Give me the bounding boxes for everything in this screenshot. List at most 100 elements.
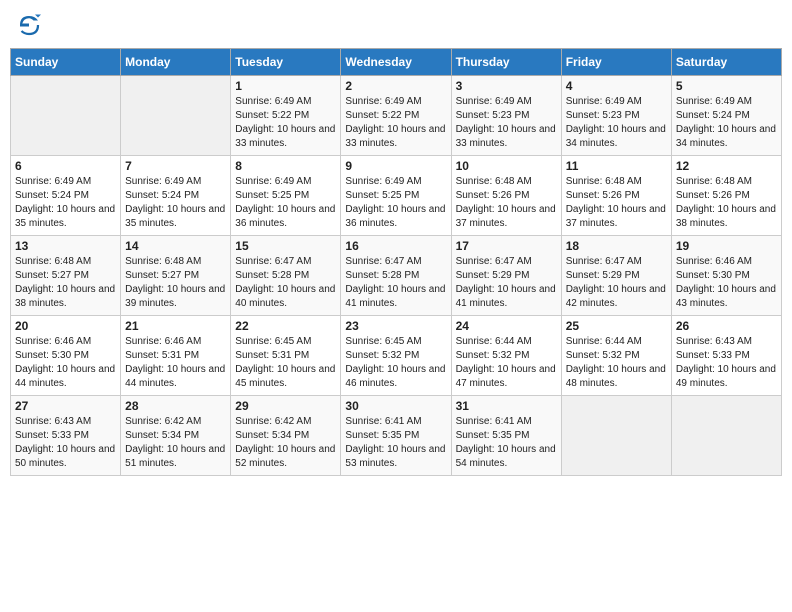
cell-content: Sunrise: 6:48 AMSunset: 5:26 PMDaylight:… <box>566 175 667 231</box>
calendar-cell: 27Sunrise: 6:43 AMSunset: 5:33 PMDayligh… <box>11 396 121 476</box>
cell-content: Sunrise: 6:49 AMSunset: 5:24 PMDaylight:… <box>125 175 226 231</box>
cell-content: Sunrise: 6:48 AMSunset: 5:27 PMDaylight:… <box>125 255 226 311</box>
cell-content: Sunrise: 6:42 AMSunset: 5:34 PMDaylight:… <box>125 415 226 471</box>
cell-content: Sunrise: 6:45 AMSunset: 5:31 PMDaylight:… <box>235 335 336 391</box>
day-number: 4 <box>566 79 667 93</box>
calendar-week-row: 6 Sunrise: 6:49 AMSunset: 5:24 PMDaylight… <box>11 156 782 236</box>
logo <box>14 10 48 40</box>
cell-content: Sunrise: 6:49 AMSunset: 5:22 PMDaylight:… <box>345 95 446 151</box>
cell-content: Sunrise: 6:49 AMSunset: 5:23 PMDaylight:… <box>566 95 667 151</box>
day-header-sunday: Sunday <box>11 49 121 76</box>
cell-content: Sunrise: 6:46 AMSunset: 5:30 PMDaylight:… <box>676 255 777 311</box>
day-number: 17 <box>456 239 557 253</box>
day-number: 23 <box>345 319 446 333</box>
cell-content: Sunrise: 6:47 AMSunset: 5:29 PMDaylight:… <box>566 255 667 311</box>
calendar-cell: 8Sunrise: 6:49 AMSunset: 5:25 PMDaylight… <box>231 156 341 236</box>
day-number: 14 <box>125 239 226 253</box>
cell-content: Sunrise: 6:49 AMSunset: 5:23 PMDaylight:… <box>456 95 557 151</box>
day-number: 5 <box>676 79 777 93</box>
day-number: 11 <box>566 159 667 173</box>
day-number: 31 <box>456 399 557 413</box>
calendar-cell: 31 Sunrise: 6:41 AMSunset: 5:35 PMDayligh… <box>451 396 561 476</box>
logo-icon <box>14 10 44 40</box>
day-number: 26 <box>676 319 777 333</box>
calendar-cell: 23 Sunrise: 6:45 AMSunset: 5:32 PMDayligh… <box>341 316 451 396</box>
cell-content: Sunrise: 6:49 AMSunset: 5:24 PMDaylight:… <box>676 95 777 151</box>
day-number: 28 <box>125 399 226 413</box>
calendar-header-row: SundayMondayTuesdayWednesdayThursdayFrid… <box>11 49 782 76</box>
day-number: 30 <box>345 399 446 413</box>
day-number: 3 <box>456 79 557 93</box>
calendar-cell: 30 Sunrise: 6:41 AMSunset: 5:35 PMDayligh… <box>341 396 451 476</box>
cell-content: Sunrise: 6:46 AMSunset: 5:31 PMDaylight:… <box>125 335 226 391</box>
cell-content: Sunrise: 6:45 AMSunset: 5:32 PMDaylight:… <box>345 335 446 391</box>
cell-content: Sunrise: 6:46 AMSunset: 5:30 PMDaylight:… <box>15 335 116 391</box>
cell-content: Sunrise: 6:41 AMSunset: 5:35 PMDaylight:… <box>456 415 557 471</box>
cell-content: Sunrise: 6:41 AMSunset: 5:35 PMDaylight:… <box>345 415 446 471</box>
calendar-cell: 14 Sunrise: 6:48 AMSunset: 5:27 PMDayligh… <box>121 236 231 316</box>
day-header-tuesday: Tuesday <box>231 49 341 76</box>
calendar-cell: 2 Sunrise: 6:49 AMSunset: 5:22 PMDaylight… <box>341 76 451 156</box>
day-number: 1 <box>235 79 336 93</box>
calendar-cell: 28 Sunrise: 6:42 AMSunset: 5:34 PMDayligh… <box>121 396 231 476</box>
day-number: 7 <box>125 159 226 173</box>
calendar-cell: 21Sunrise: 6:46 AMSunset: 5:31 PMDayligh… <box>121 316 231 396</box>
day-header-thursday: Thursday <box>451 49 561 76</box>
cell-content: Sunrise: 6:49 AMSunset: 5:22 PMDaylight:… <box>235 95 336 151</box>
cell-content: Sunrise: 6:49 AMSunset: 5:25 PMDaylight:… <box>235 175 336 231</box>
day-header-wednesday: Wednesday <box>341 49 451 76</box>
calendar-table: SundayMondayTuesdayWednesdayThursdayFrid… <box>10 48 782 476</box>
calendar-cell: 10 Sunrise: 6:48 AMSunset: 5:26 PMDayligh… <box>451 156 561 236</box>
calendar-cell: 13 Sunrise: 6:48 AMSunset: 5:27 PMDayligh… <box>11 236 121 316</box>
calendar-cell: 7 Sunrise: 6:49 AMSunset: 5:24 PMDaylight… <box>121 156 231 236</box>
day-number: 19 <box>676 239 777 253</box>
calendar-cell: 26Sunrise: 6:43 AMSunset: 5:33 PMDayligh… <box>671 316 781 396</box>
calendar-cell: 25 Sunrise: 6:44 AMSunset: 5:32 PMDayligh… <box>561 316 671 396</box>
cell-content: Sunrise: 6:48 AMSunset: 5:27 PMDaylight:… <box>15 255 116 311</box>
calendar-week-row: 1 Sunrise: 6:49 AMSunset: 5:22 PMDaylight… <box>11 76 782 156</box>
calendar-cell: 12 Sunrise: 6:48 AMSunset: 5:26 PMDayligh… <box>671 156 781 236</box>
day-number: 6 <box>15 159 116 173</box>
day-number: 9 <box>345 159 446 173</box>
cell-content: Sunrise: 6:47 AMSunset: 5:28 PMDaylight:… <box>345 255 446 311</box>
day-number: 13 <box>15 239 116 253</box>
cell-content: Sunrise: 6:47 AMSunset: 5:29 PMDaylight:… <box>456 255 557 311</box>
day-number: 24 <box>456 319 557 333</box>
calendar-cell: 5 Sunrise: 6:49 AMSunset: 5:24 PMDaylight… <box>671 76 781 156</box>
day-number: 12 <box>676 159 777 173</box>
calendar-week-row: 13 Sunrise: 6:48 AMSunset: 5:27 PMDayligh… <box>11 236 782 316</box>
day-number: 27 <box>15 399 116 413</box>
calendar-week-row: 20 Sunrise: 6:46 AMSunset: 5:30 PMDayligh… <box>11 316 782 396</box>
day-number: 15 <box>235 239 336 253</box>
calendar-cell: 24 Sunrise: 6:44 AMSunset: 5:32 PMDayligh… <box>451 316 561 396</box>
calendar-cell: 4 Sunrise: 6:49 AMSunset: 5:23 PMDaylight… <box>561 76 671 156</box>
day-header-monday: Monday <box>121 49 231 76</box>
calendar-cell: 18 Sunrise: 6:47 AMSunset: 5:29 PMDayligh… <box>561 236 671 316</box>
calendar-cell: 6 Sunrise: 6:49 AMSunset: 5:24 PMDaylight… <box>11 156 121 236</box>
day-number: 10 <box>456 159 557 173</box>
cell-content: Sunrise: 6:48 AMSunset: 5:26 PMDaylight:… <box>676 175 777 231</box>
cell-content: Sunrise: 6:49 AMSunset: 5:25 PMDaylight:… <box>345 175 446 231</box>
calendar-cell: 16Sunrise: 6:47 AMSunset: 5:28 PMDayligh… <box>341 236 451 316</box>
calendar-cell: 1 Sunrise: 6:49 AMSunset: 5:22 PMDaylight… <box>231 76 341 156</box>
calendar-cell: 22Sunrise: 6:45 AMSunset: 5:31 PMDayligh… <box>231 316 341 396</box>
cell-content: Sunrise: 6:47 AMSunset: 5:28 PMDaylight:… <box>235 255 336 311</box>
page-header <box>10 10 782 40</box>
day-number: 2 <box>345 79 446 93</box>
day-number: 25 <box>566 319 667 333</box>
day-number: 20 <box>15 319 116 333</box>
calendar-cell: 19 Sunrise: 6:46 AMSunset: 5:30 PMDayligh… <box>671 236 781 316</box>
cell-content: Sunrise: 6:44 AMSunset: 5:32 PMDaylight:… <box>456 335 557 391</box>
cell-content: Sunrise: 6:49 AMSunset: 5:24 PMDaylight:… <box>15 175 116 231</box>
day-number: 29 <box>235 399 336 413</box>
day-header-saturday: Saturday <box>671 49 781 76</box>
day-number: 18 <box>566 239 667 253</box>
calendar-cell: 11 Sunrise: 6:48 AMSunset: 5:26 PMDayligh… <box>561 156 671 236</box>
calendar-cell: 29Sunrise: 6:42 AMSunset: 5:34 PMDayligh… <box>231 396 341 476</box>
calendar-cell <box>11 76 121 156</box>
calendar-week-row: 27Sunrise: 6:43 AMSunset: 5:33 PMDayligh… <box>11 396 782 476</box>
calendar-cell <box>121 76 231 156</box>
day-header-friday: Friday <box>561 49 671 76</box>
cell-content: Sunrise: 6:48 AMSunset: 5:26 PMDaylight:… <box>456 175 557 231</box>
cell-content: Sunrise: 6:44 AMSunset: 5:32 PMDaylight:… <box>566 335 667 391</box>
